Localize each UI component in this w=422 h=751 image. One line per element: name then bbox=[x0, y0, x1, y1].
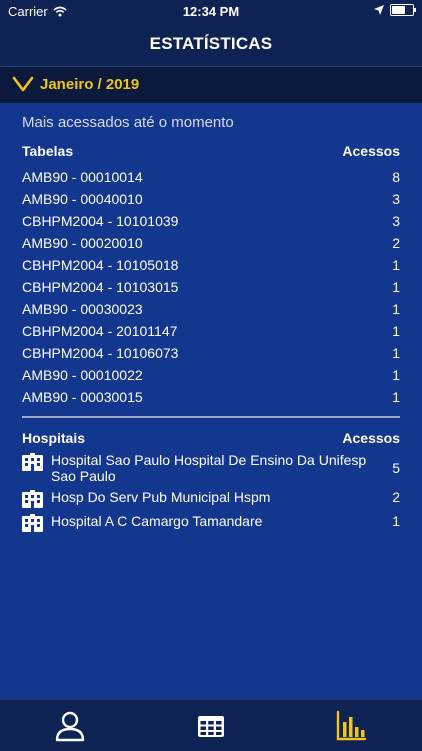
bar-chart-icon[interactable] bbox=[335, 710, 367, 742]
table-icon[interactable] bbox=[195, 710, 227, 742]
tables-list: AMB90 - 00010014 8 AMB90 - 00040010 3 CBHP… bbox=[22, 166, 400, 408]
tables-header: Tabelas Acessos bbox=[22, 143, 400, 159]
table-row[interactable]: CBHPM2004 - 10106073 1 bbox=[22, 342, 400, 364]
table-row[interactable]: CBHPM2004 - 10103015 1 bbox=[22, 276, 400, 298]
hospital-row[interactable]: Hospital A C Camargo Tamandare 1 bbox=[22, 513, 400, 532]
table-count: 8 bbox=[392, 169, 400, 185]
hospital-name: Hospital Sao Paulo Hospital De Ensino Da… bbox=[51, 452, 367, 484]
table-row[interactable]: CBHPM2004 - 10101039 3 bbox=[22, 210, 400, 232]
page-title: ESTATÍSTICAS bbox=[149, 34, 273, 53]
hospital-count: 5 bbox=[392, 460, 400, 476]
navigation-bar: ESTATÍSTICAS bbox=[0, 22, 422, 66]
section-divider bbox=[22, 416, 400, 418]
table-name: CBHPM2004 - 10105018 bbox=[22, 257, 179, 273]
table-count: 1 bbox=[392, 323, 400, 339]
status-bar: Carrier 12:34 PM bbox=[0, 0, 422, 22]
section-subtitle: Mais acessados até o momento bbox=[22, 114, 234, 131]
table-count: 1 bbox=[392, 389, 400, 405]
tables-header-label: Tabelas bbox=[22, 143, 74, 159]
hospitals-list: Hospital Sao Paulo Hospital De Ensino Da… bbox=[22, 452, 400, 537]
table-count: 1 bbox=[392, 279, 400, 295]
table-row[interactable]: AMB90 - 00040010 3 bbox=[22, 188, 400, 210]
status-right bbox=[374, 4, 416, 16]
table-count: 3 bbox=[392, 213, 400, 229]
table-name: AMB90 - 00030023 bbox=[22, 301, 143, 317]
tab-bar bbox=[0, 699, 422, 751]
table-row[interactable]: CBHPM2004 - 10105018 1 bbox=[22, 254, 400, 276]
hospital-row[interactable]: Hospital Sao Paulo Hospital De Ensino Da… bbox=[22, 452, 400, 484]
table-count: 1 bbox=[392, 257, 400, 273]
table-row[interactable]: AMB90 - 00030023 1 bbox=[22, 298, 400, 320]
hospital-row[interactable]: Hosp Do Serv Pub Municipal Hspm 2 bbox=[22, 489, 400, 508]
table-name: CBHPM2004 - 10101039 bbox=[22, 213, 179, 229]
table-name: CBHPM2004 - 10103015 bbox=[22, 279, 179, 295]
hospitals-header-label: Hospitais bbox=[22, 430, 86, 446]
status-time: 12:34 PM bbox=[182, 4, 240, 19]
table-row[interactable]: AMB90 - 00010022 1 bbox=[22, 364, 400, 386]
table-name: AMB90 - 00040010 bbox=[22, 191, 143, 207]
table-count: 3 bbox=[392, 191, 400, 207]
month-selector[interactable]: Janeiro / 2019 bbox=[0, 66, 422, 103]
table-row[interactable]: AMB90 - 00020010 2 bbox=[22, 232, 400, 254]
table-count: 2 bbox=[392, 235, 400, 251]
hospital-name: Hospital A C Camargo Tamandare bbox=[51, 513, 263, 529]
hospitals-header: Hospitais Acessos bbox=[22, 430, 400, 446]
hospital-building-icon bbox=[22, 453, 43, 471]
location-arrow-icon bbox=[374, 5, 384, 15]
hospital-count: 1 bbox=[392, 513, 400, 529]
tables-header-count: Acessos bbox=[342, 143, 400, 159]
hospital-building-icon bbox=[22, 490, 43, 508]
user-icon[interactable] bbox=[54, 710, 86, 742]
table-row[interactable]: CBHPM2004 - 20101147 1 bbox=[22, 320, 400, 342]
hospital-count: 2 bbox=[392, 489, 400, 505]
table-row[interactable]: AMB90 - 00010014 8 bbox=[22, 166, 400, 188]
table-count: 1 bbox=[392, 301, 400, 317]
table-name: AMB90 - 00010022 bbox=[22, 367, 143, 383]
table-row[interactable]: AMB90 - 00030015 1 bbox=[22, 386, 400, 408]
month-label[interactable]: Janeiro / 2019 bbox=[40, 76, 139, 93]
table-name: AMB90 - 00010014 bbox=[22, 169, 143, 185]
hospitals-header-count: Acessos bbox=[342, 430, 400, 446]
table-count: 1 bbox=[392, 345, 400, 361]
table-name: AMB90 - 00030015 bbox=[22, 389, 143, 405]
table-count: 1 bbox=[392, 367, 400, 383]
chevron-down-icon[interactable] bbox=[12, 76, 34, 93]
hospital-building-icon bbox=[22, 514, 43, 532]
table-name: CBHPM2004 - 20101147 bbox=[22, 323, 178, 339]
hospital-name: Hosp Do Serv Pub Municipal Hspm bbox=[51, 489, 271, 505]
table-name: CBHPM2004 - 10106073 bbox=[22, 345, 179, 361]
table-name: AMB90 - 00020010 bbox=[22, 235, 143, 251]
battery-icon bbox=[390, 4, 416, 16]
